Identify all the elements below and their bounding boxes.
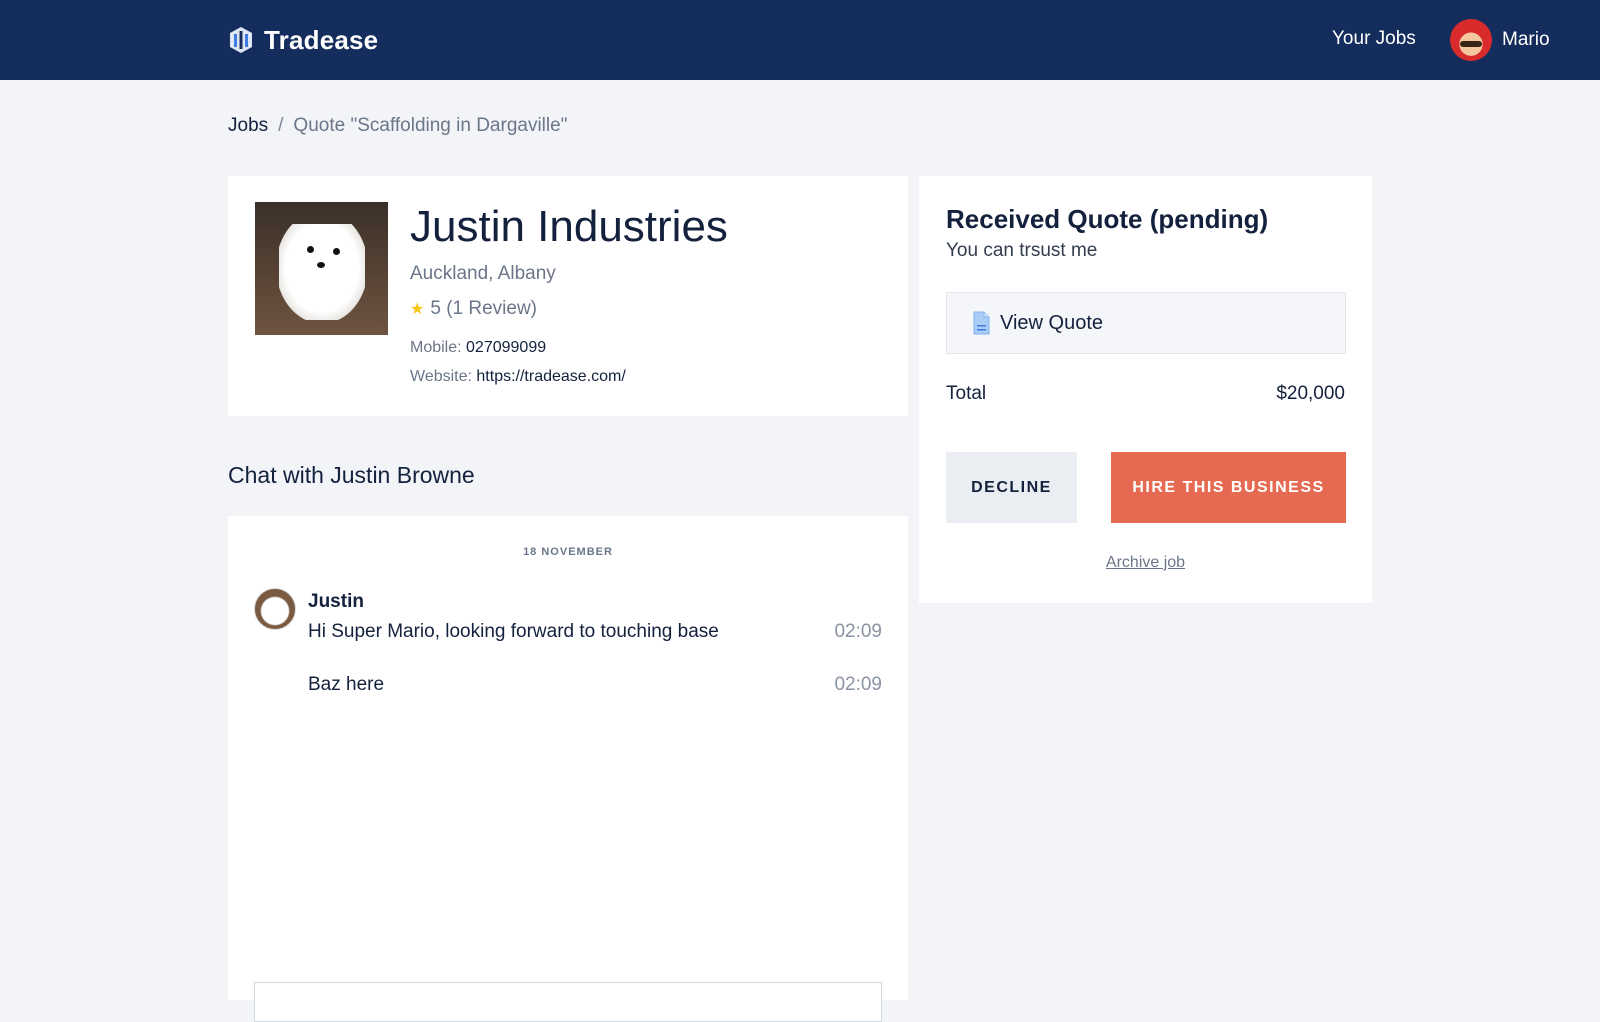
dog-nose — [317, 262, 325, 268]
business-card: Justin Industries Auckland, Albany ★ 5 (… — [228, 176, 908, 416]
website-link[interactable]: https://tradease.com/ — [476, 368, 625, 385]
top-navigation-bar: Tradease Your Jobs Mario — [0, 0, 1600, 80]
avatar — [254, 588, 296, 630]
business-website: Website: https://tradease.com/ — [410, 368, 626, 386]
mobile-number: 027099099 — [466, 339, 547, 356]
dog-eye — [307, 246, 314, 253]
message-author: Justin — [308, 591, 364, 612]
brand-home-link[interactable]: Tradease — [228, 22, 378, 58]
breadcrumb-current: Quote "Scaffolding in Dargaville" — [293, 115, 568, 136]
breadcrumb-jobs-link[interactable]: Jobs — [228, 115, 268, 137]
message-text: Hi Super Mario, looking forward to touch… — [308, 621, 719, 642]
chat-message-input[interactable] — [254, 982, 882, 1022]
decline-button[interactable]: DECLINE — [946, 452, 1077, 523]
business-name: Justin Industries — [410, 202, 728, 251]
document-icon — [973, 311, 990, 335]
chat-panel: 18 NOVEMBER Justin Hi Super Mario, looki… — [228, 516, 908, 1022]
quote-panel: Received Quote (pending) You can trsust … — [919, 176, 1372, 603]
view-quote-button[interactable]: View Quote — [946, 292, 1346, 354]
message-time: 02:09 — [834, 621, 882, 642]
user-menu[interactable]: Mario — [1450, 19, 1550, 61]
user-name: Mario — [1502, 29, 1550, 50]
star-icon: ★ — [410, 301, 425, 318]
rating-text: 5 (1 Review) — [430, 298, 537, 319]
quote-subtitle: You can trsust me — [946, 240, 1098, 261]
total-value: $20,000 — [1276, 383, 1345, 404]
breadcrumb-separator: / — [278, 115, 284, 136]
website-label: Website: — [410, 368, 472, 385]
view-quote-label: View Quote — [1000, 311, 1104, 334]
dog-eye — [333, 248, 340, 255]
brand-name: Tradease — [264, 24, 379, 55]
mobile-label: Mobile: — [410, 339, 462, 356]
tradease-logo-icon — [230, 27, 252, 53]
hire-business-button[interactable]: HIRE THIS BUSINESS — [1111, 452, 1346, 523]
dog-illustration — [279, 224, 365, 320]
business-location: Auckland, Albany — [410, 263, 556, 284]
message-time: 02:09 — [834, 674, 882, 695]
nav-your-jobs-link[interactable]: Your Jobs — [1332, 28, 1416, 50]
chat-date-divider: 18 NOVEMBER — [523, 546, 613, 558]
breadcrumb: Jobs / Quote "Scaffolding in Dargaville" — [228, 115, 567, 137]
chat-heading: Chat with Justin Browne — [228, 462, 475, 488]
archive-job-link[interactable]: Archive job — [919, 554, 1372, 572]
quote-title: Received Quote (pending) — [946, 204, 1269, 234]
message-text: Baz here — [308, 674, 385, 695]
business-rating: ★ 5 (1 Review) — [410, 298, 537, 320]
avatar — [1450, 19, 1492, 61]
total-label: Total — [946, 383, 987, 404]
business-mobile: Mobile: 027099099 — [410, 339, 546, 357]
business-photo — [255, 202, 388, 335]
